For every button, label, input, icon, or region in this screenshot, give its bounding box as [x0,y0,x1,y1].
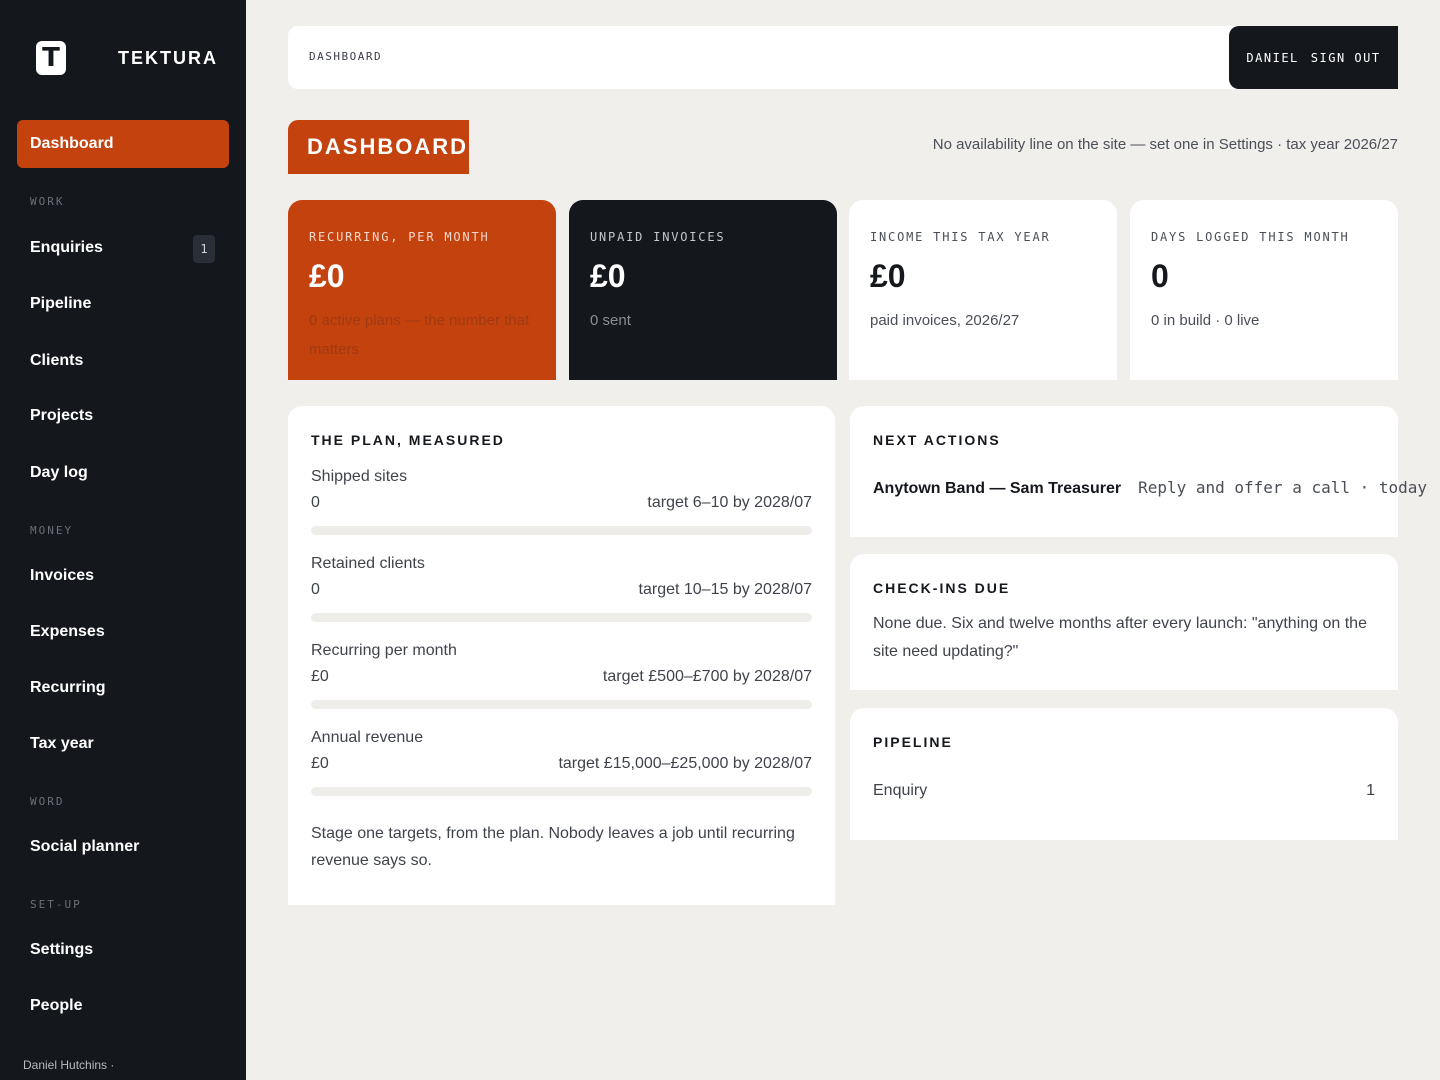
metric-target: target 6–10 by 2028/07 [647,494,812,511]
metric-target: target £500–£700 by 2028/07 [602,668,812,685]
sidebar-item-label: Dashboard [30,135,114,152]
sidebar: T TEKTURA Dashboard WORK Enquiries 1 Pip… [0,0,246,1080]
sidebar-item-people[interactable]: People [17,982,229,1030]
sidebar-section-work: WORK [30,195,65,208]
metric-current: £0 [311,668,329,685]
breadcrumb: DASHBOARD [309,50,383,63]
stat-sub: 0 in build · 0 live [1151,312,1260,329]
sidebar-item-label: Clients [30,352,84,369]
stat-card-unpaid-invoices: UNPAID INVOICES £0 0 sent [569,200,837,380]
panel-heading: CHECK-INS DUE [873,580,1011,596]
sidebar-item-dashboard[interactable]: Dashboard [17,120,229,168]
progress-bar [311,526,812,535]
metric-current: £0 [311,755,329,772]
stat-value: £0 [590,258,626,294]
checkins-panel: CHECK-INS DUE None due. Six and twelve m… [850,554,1398,690]
plan-panel: THE PLAN, MEASURED Shipped sites 0 targe… [288,406,835,905]
sidebar-item-label: Enquiries [30,239,103,256]
sidebar-item-projects[interactable]: Projects [17,392,229,440]
sidebar-item-label: Projects [30,407,94,424]
sidebar-item-label: Social planner [30,838,140,855]
sidebar-item-enquiries[interactable]: Enquiries 1 [17,224,229,272]
sidebar-item-tax-year[interactable]: Tax year [17,720,229,768]
metric-current: 0 [311,581,320,598]
metric-target: target £15,000–£25,000 by 2028/07 [558,755,812,772]
sidebar-item-settings[interactable]: Settings [17,926,229,974]
stat-sub: 0 sent [590,312,631,329]
progress-bar [311,613,812,622]
pipeline-panel: PIPELINE Enquiry 1 [850,708,1398,840]
sidebar-item-invoices[interactable]: Invoices [17,552,229,600]
stat-card-income-tax-year: INCOME THIS TAX YEAR £0 paid invoices, 2… [849,200,1117,380]
stat-label: DAYS LOGGED THIS MONTH [1151,230,1350,244]
user-name[interactable]: DANIEL [1246,51,1298,65]
stat-card-recurring: RECURRING, PER MONTH £0 0 active plans —… [288,200,556,380]
pipeline-count: 1 [1366,782,1375,799]
action-contact[interactable]: Anytown Band — Sam Treasurer [873,480,1121,498]
sidebar-section-word: WORD [30,795,65,808]
panel-heading: NEXT ACTIONS [873,432,1001,448]
metric-name: Shipped sites [311,468,408,485]
plan-metric-recurring-per-month: Recurring per month £0 target £500–£700 … [311,642,812,709]
plan-note: Stage one targets, from the plan. Nobody… [311,825,795,869]
sidebar-item-expenses[interactable]: Expenses [17,608,229,656]
progress-bar [311,700,812,709]
plan-metric-annual-revenue: Annual revenue £0 target £15,000–£25,000… [311,729,812,796]
brand-name: TEKTURA [118,48,218,68]
action-task: Reply and offer a call · today [1138,478,1428,497]
sidebar-item-label: Day log [30,464,88,481]
brand[interactable]: T TEKTURA [36,41,216,75]
plan-metric-shipped-sites: Shipped sites 0 target 6–10 by 2028/07 [311,468,812,535]
next-actions-panel: NEXT ACTIONS Anytown Band — Sam Treasure… [850,406,1427,537]
metric-name: Retained clients [311,555,425,572]
metric-target: target 10–15 by 2028/07 [638,581,812,598]
stat-value: £0 [309,258,345,294]
stat-label: RECURRING, PER MONTH [309,230,490,244]
user-box: DANIEL SIGN OUT [1229,26,1398,89]
progress-bar [311,787,812,796]
enquiries-count-badge: 1 [193,235,215,263]
sidebar-footer-user: Daniel Hutchins · [23,1058,115,1072]
stat-value: £0 [870,258,906,294]
sidebar-item-label: Invoices [30,567,95,584]
sidebar-item-recurring[interactable]: Recurring [17,664,229,712]
sidebar-item-clients[interactable]: Clients [17,337,229,385]
stat-sub: 0 active plans — the number that matters [309,312,530,358]
sidebar-item-label: Recurring [30,679,106,696]
stat-value: 0 [1151,258,1169,294]
top-bar: DASHBOARD DANIEL SIGN OUT [288,26,1398,89]
pipeline-stage: Enquiry [873,782,928,799]
sidebar-item-label: Pipeline [30,295,92,312]
checkins-text: None due. Six and twelve months after ev… [873,615,1367,660]
tektura-logo-icon: T [36,41,66,75]
metric-name: Recurring per month [311,642,457,659]
metric-name: Annual revenue [311,729,424,746]
sidebar-item-pipeline[interactable]: Pipeline [17,280,229,328]
sidebar-item-label: Expenses [30,623,105,640]
stat-card-days-logged: DAYS LOGGED THIS MONTH 0 0 in build · 0 … [1130,200,1398,380]
sidebar-item-day-log[interactable]: Day log [17,449,229,497]
stat-label: UNPAID INVOICES [590,230,726,244]
plan-metric-retained-clients: Retained clients 0 target 10–15 by 2028/… [311,555,812,622]
sidebar-item-label: People [30,997,83,1014]
sidebar-item-label: Settings [30,941,94,958]
panel-heading: THE PLAN, MEASURED [311,432,505,448]
sidebar-item-label: Tax year [30,735,94,752]
sign-out-button[interactable]: SIGN OUT [1311,51,1381,65]
sidebar-item-social-planner[interactable]: Social planner [17,823,229,871]
sidebar-section-set-up: SET-UP [30,898,82,911]
availability-notice: No availability line on the site — set o… [932,136,1398,153]
pipeline-row[interactable]: Enquiry 1 [873,782,1375,800]
sidebar-section-money: MONEY [30,524,74,537]
page-title: DASHBOARD [288,120,469,174]
panel-heading: PIPELINE [873,734,953,750]
stat-label: INCOME THIS TAX YEAR [870,230,1051,244]
stat-sub: paid invoices, 2026/27 [870,312,1020,329]
action-item[interactable]: Anytown Band — Sam Treasurer Reply and o… [873,478,1427,498]
metric-current: 0 [311,494,320,511]
